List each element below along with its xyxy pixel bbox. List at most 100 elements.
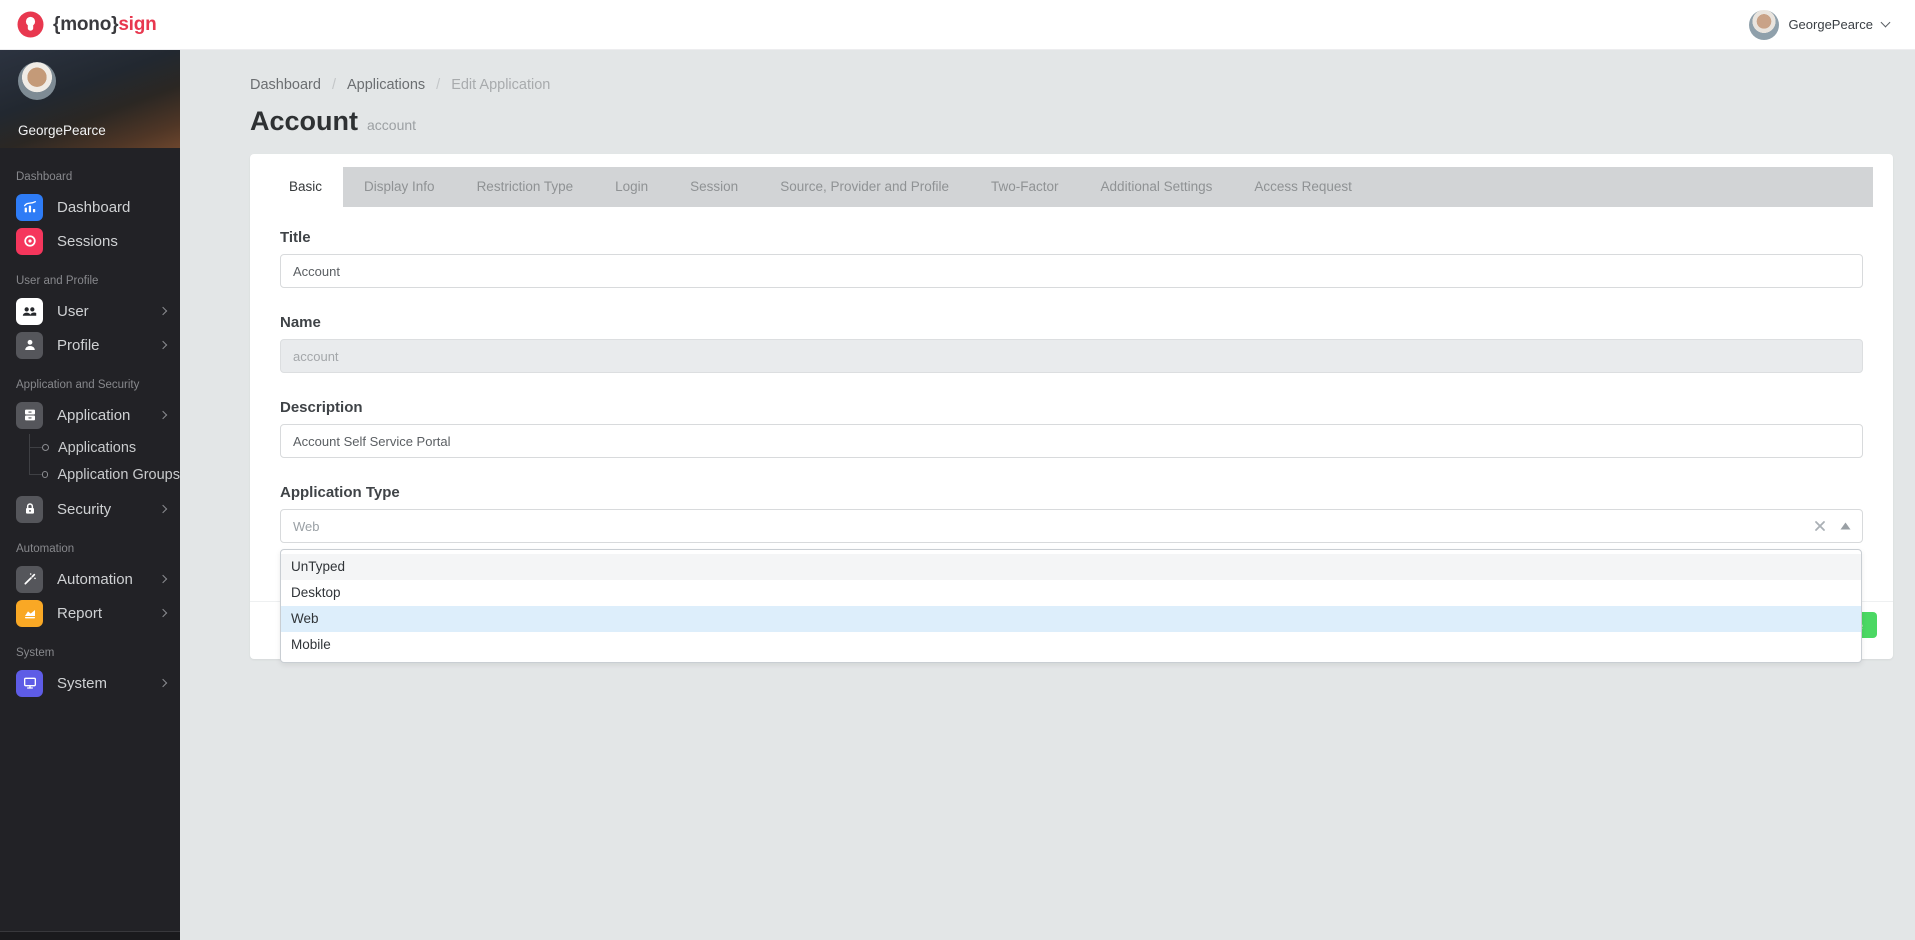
topbar: {mono}sign GeorgePearce bbox=[0, 0, 1915, 50]
sidebar-item-user[interactable]: User bbox=[0, 294, 180, 328]
monitor-icon bbox=[16, 669, 43, 697]
title-field-group: Title bbox=[280, 229, 1863, 288]
user-menu[interactable]: GeorgePearce bbox=[1749, 9, 1891, 40]
sidebar-item-sessions[interactable]: Sessions bbox=[0, 224, 180, 258]
nav-section-dashboard: Dashboard bbox=[16, 171, 73, 183]
application-type-value: Web bbox=[293, 518, 320, 534]
breadcrumb-separator: / bbox=[436, 77, 441, 93]
brand-text: {mono}sign bbox=[53, 13, 157, 35]
breadcrumb-applications[interactable]: Applications bbox=[347, 77, 425, 93]
sidebar-subitem-applications[interactable]: Applications bbox=[29, 434, 180, 461]
avatar bbox=[1749, 9, 1780, 40]
sidebar-item-label: Profile bbox=[57, 336, 100, 354]
chevron-right-icon bbox=[158, 608, 168, 618]
monosign-logo-icon bbox=[17, 11, 44, 38]
application-type-field-group: Application Type Web UnTyped Desktop Web… bbox=[280, 484, 1863, 663]
nav-section-automation: Automation bbox=[16, 543, 75, 555]
tab-source-provider-profile[interactable]: Source, Provider and Profile bbox=[759, 167, 970, 207]
page-title: Account bbox=[250, 106, 358, 136]
sidebar-item-automation[interactable]: Automation bbox=[0, 562, 180, 596]
application-type-select[interactable]: Web bbox=[280, 509, 1863, 543]
breadcrumb: Dashboard / Applications / Edit Applicat… bbox=[250, 77, 1893, 93]
sidebar-item-system[interactable]: System bbox=[0, 666, 180, 700]
users-icon bbox=[16, 297, 43, 325]
tab-display-info[interactable]: Display Info bbox=[343, 167, 456, 207]
sidebar-footer-strip bbox=[0, 931, 180, 940]
sidebar-profile-name: GeorgePearce bbox=[18, 123, 106, 138]
sidebar: GeorgePearce Dashboard Dashboard Session… bbox=[0, 50, 180, 940]
tab-restriction-type[interactable]: Restriction Type bbox=[456, 167, 595, 207]
description-label: Description bbox=[280, 399, 363, 416]
clear-icon[interactable] bbox=[1814, 520, 1826, 532]
sidebar-item-report[interactable]: Report bbox=[0, 596, 180, 630]
edit-application-card: Basic Display Info Restriction Type Logi… bbox=[250, 154, 1893, 663]
chevron-down-icon bbox=[1880, 17, 1891, 28]
breadcrumb-dashboard[interactable]: Dashboard bbox=[250, 77, 321, 93]
sidebar-item-label: Security bbox=[57, 500, 112, 518]
nav-section-user-profile: User and Profile bbox=[16, 275, 99, 287]
brand-logo[interactable]: {mono}sign bbox=[17, 11, 157, 38]
name-label: Name bbox=[280, 314, 321, 331]
lock-icon bbox=[16, 495, 43, 523]
sidebar-item-label: Dashboard bbox=[57, 198, 131, 216]
sidebar-item-profile[interactable]: Profile bbox=[0, 328, 180, 362]
application-type-label: Application Type bbox=[280, 484, 400, 501]
sidebar-item-application[interactable]: Application bbox=[0, 398, 180, 432]
sidebar-item-label: Sessions bbox=[57, 232, 118, 250]
record-icon bbox=[16, 227, 43, 255]
chevron-right-icon bbox=[158, 340, 168, 350]
name-field-group: Name bbox=[280, 314, 1863, 373]
dropdown-option-untyped[interactable]: UnTyped bbox=[281, 554, 1861, 580]
nav-section-application-security: Application and Security bbox=[16, 379, 140, 391]
nav-section-system: System bbox=[16, 647, 55, 659]
sidebar-item-label: User bbox=[57, 302, 89, 320]
chevron-right-icon bbox=[158, 504, 168, 514]
main-content: Dashboard / Applications / Edit Applicat… bbox=[180, 50, 1915, 940]
name-input bbox=[280, 339, 1863, 373]
chevron-right-icon bbox=[158, 678, 168, 688]
title-input[interactable] bbox=[280, 254, 1863, 288]
sidebar-item-security[interactable]: Security bbox=[0, 492, 180, 526]
description-field-group: Description bbox=[280, 399, 1863, 458]
sidebar-item-label: System bbox=[57, 674, 108, 692]
avatar[interactable] bbox=[18, 62, 56, 100]
tree-stub bbox=[29, 447, 42, 448]
sidebar-item-dashboard[interactable]: Dashboard bbox=[0, 190, 180, 224]
application-type-dropdown: UnTyped Desktop Web Mobile bbox=[280, 549, 1862, 663]
tab-login[interactable]: Login bbox=[594, 167, 669, 207]
sidebar-item-label: Application bbox=[57, 406, 131, 424]
sidebar-item-label: Report bbox=[57, 604, 103, 622]
tree-dot-icon bbox=[42, 444, 49, 451]
area-chart-icon bbox=[16, 599, 43, 627]
dropdown-option-mobile[interactable]: Mobile bbox=[281, 632, 1861, 658]
page-header: Account account bbox=[250, 106, 1893, 137]
user-name: GeorgePearce bbox=[1788, 17, 1873, 32]
breadcrumb-separator: / bbox=[331, 77, 336, 93]
breadcrumb-current: Edit Application bbox=[451, 77, 551, 93]
tree-stub bbox=[29, 474, 42, 475]
sidebar-item-label: Automation bbox=[57, 570, 133, 588]
tab-basic[interactable]: Basic bbox=[268, 167, 344, 207]
application-type-select-wrap: Web UnTyped Desktop Web Mobile bbox=[280, 509, 1863, 663]
chevron-right-icon bbox=[158, 410, 168, 420]
dropdown-caret-up-icon[interactable] bbox=[1840, 522, 1851, 530]
sidebar-nav: Dashboard Dashboard Sessions User and Pr… bbox=[0, 148, 180, 700]
magic-wand-icon bbox=[16, 565, 43, 593]
title-label: Title bbox=[280, 229, 311, 246]
select-controls bbox=[1814, 509, 1851, 543]
sidebar-subitem-label: Application Groups bbox=[57, 466, 180, 483]
tab-additional-settings[interactable]: Additional Settings bbox=[1080, 167, 1234, 207]
description-input[interactable] bbox=[280, 424, 1863, 458]
sidebar-subitem-application-groups[interactable]: Application Groups bbox=[29, 461, 180, 488]
page-subtitle: account bbox=[367, 117, 417, 133]
tab-two-factor[interactable]: Two-Factor bbox=[970, 167, 1080, 207]
chevron-right-icon bbox=[158, 574, 168, 584]
tab-access-request[interactable]: Access Request bbox=[1233, 167, 1373, 207]
tab-session[interactable]: Session bbox=[669, 167, 759, 207]
chevron-right-icon bbox=[158, 306, 168, 316]
sidebar-profile-banner: GeorgePearce bbox=[0, 50, 180, 148]
dropdown-option-web[interactable]: Web bbox=[281, 606, 1861, 632]
tabs-bar: Basic Display Info Restriction Type Logi… bbox=[268, 167, 1873, 207]
dropdown-option-desktop[interactable]: Desktop bbox=[281, 580, 1861, 606]
chart-bar-icon bbox=[16, 193, 43, 221]
